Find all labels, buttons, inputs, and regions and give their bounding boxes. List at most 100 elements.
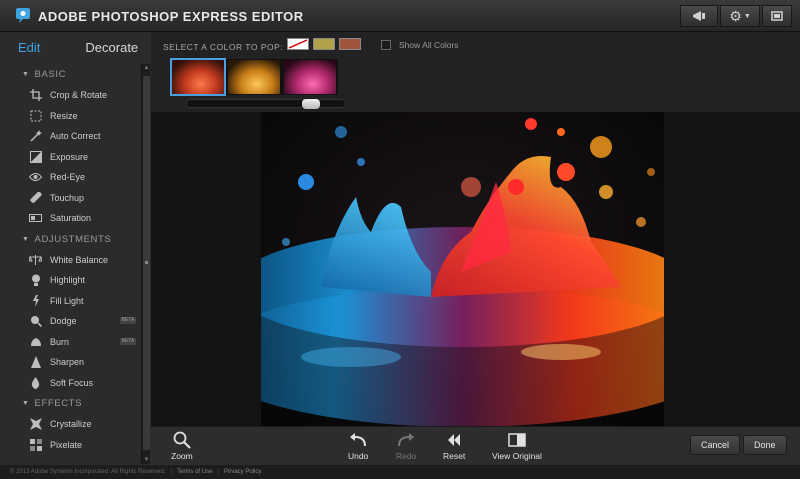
scrollbar-thumb[interactable] xyxy=(143,76,150,450)
tool-label: White Balance xyxy=(50,254,109,265)
tool-label: Exposure xyxy=(50,151,89,162)
tool-burn[interactable]: Burn BETA xyxy=(0,332,140,353)
show-all-colors-toggle[interactable]: Show All Colors xyxy=(381,40,459,50)
tool-list-scrollbar[interactable]: ▲ ▼ xyxy=(141,64,150,464)
color-pop-options: SELECT A COLOR TO POP: Show All Colors xyxy=(151,32,800,112)
tool-label: Crystallize xyxy=(50,419,92,430)
scale-icon xyxy=(29,253,42,266)
section-basic[interactable]: ▼ BASIC xyxy=(0,64,140,85)
tool-highlight[interactable]: Highlight xyxy=(0,270,140,291)
tool-touchup[interactable]: Touchup xyxy=(0,188,140,209)
compare-icon xyxy=(508,431,526,448)
tool-label: Dodge xyxy=(50,316,77,327)
bandage-icon xyxy=(29,191,42,204)
crystallize-icon xyxy=(29,418,42,431)
tool-sharpen[interactable]: Sharpen xyxy=(0,352,140,373)
terms-link[interactable]: Terms of Use xyxy=(177,469,212,475)
tool-exposure[interactable]: Exposure xyxy=(0,147,140,168)
undo-label: Undo xyxy=(348,451,369,461)
bottom-toolbar: Zoom Undo Redo Reset View Original Cance… xyxy=(151,426,800,465)
bulb-icon xyxy=(29,274,42,287)
tool-auto-correct[interactable]: Auto Correct xyxy=(0,126,140,147)
undo-button[interactable]: Undo xyxy=(348,431,368,461)
scroll-down-arrow-icon[interactable]: ▼ xyxy=(143,456,150,464)
tab-edit[interactable]: Edit xyxy=(18,40,40,55)
thumbnail-red[interactable] xyxy=(170,58,226,96)
canvas-area xyxy=(151,112,800,426)
photoshop-express-logo-icon xyxy=(16,8,30,23)
settings-button[interactable]: ⚙ ▼ xyxy=(720,5,760,27)
show-all-checkbox[interactable] xyxy=(381,40,391,50)
tool-label: Auto Correct xyxy=(50,131,101,142)
scroll-up-arrow-icon[interactable]: ▲ xyxy=(143,64,150,72)
thumbnail-orange[interactable] xyxy=(228,60,280,94)
section-effects[interactable]: ▼ EFFECTS xyxy=(0,393,140,414)
tool-red-eye[interactable]: Red-Eye xyxy=(0,167,140,188)
tool-crop-rotate[interactable]: Crop & Rotate xyxy=(0,85,140,106)
lightning-icon xyxy=(29,294,42,307)
tool-soft-focus[interactable]: Soft Focus xyxy=(0,373,140,394)
beta-badge: BETA xyxy=(120,317,136,324)
megaphone-icon xyxy=(693,11,705,21)
drop-icon xyxy=(29,376,42,389)
tool-saturation[interactable]: Saturation xyxy=(0,208,140,229)
saturation-icon xyxy=(29,212,42,225)
dodge-icon xyxy=(29,315,42,328)
view-original-button[interactable]: View Original xyxy=(492,431,542,461)
zoom-label: Zoom xyxy=(171,451,193,461)
gear-icon: ⚙ xyxy=(729,7,742,24)
resize-icon xyxy=(29,109,42,122)
tool-crystallize[interactable]: Crystallize xyxy=(0,414,140,435)
pixelate-icon xyxy=(29,438,42,451)
tool-white-balance[interactable]: White Balance xyxy=(0,250,140,271)
reset-button[interactable]: Reset xyxy=(443,431,465,461)
app-title: ADOBE PHOTOSHOP EXPRESS EDITOR xyxy=(38,9,304,24)
fullscreen-icon xyxy=(771,11,783,21)
sharpen-icon xyxy=(29,356,42,369)
intensity-slider[interactable] xyxy=(186,99,346,109)
tool-label: Fill Light xyxy=(50,295,84,306)
tab-decorate[interactable]: Decorate xyxy=(85,40,138,55)
swatch-rust[interactable] xyxy=(339,38,361,50)
privacy-link[interactable]: Privacy Policy xyxy=(224,469,261,475)
tool-label: Pixelate xyxy=(50,439,83,450)
tool-pixelate[interactable]: Pixelate xyxy=(0,435,140,456)
fullscreen-button[interactable] xyxy=(762,5,792,27)
slider-knob[interactable] xyxy=(302,99,320,109)
zoom-button[interactable]: Zoom xyxy=(171,431,193,461)
preview-thumbnails xyxy=(170,58,338,96)
tool-label: Red-Eye xyxy=(50,172,86,183)
burn-icon xyxy=(29,335,42,348)
section-adjustments[interactable]: ▼ ADJUSTMENTS xyxy=(0,229,140,250)
collapse-triangle-icon: ▼ xyxy=(22,235,30,243)
tool-label: Highlight xyxy=(50,275,86,286)
view-original-label: View Original xyxy=(492,451,542,461)
done-button[interactable]: Done xyxy=(743,435,787,455)
tool-label: Sharpen xyxy=(50,357,85,368)
crop-icon xyxy=(29,89,42,102)
title-bar: ADOBE PHOTOSHOP EXPRESS EDITOR ⚙ ▼ xyxy=(0,0,800,32)
tool-fill-light[interactable]: Fill Light xyxy=(0,291,140,312)
left-panel: Edit Decorate ▼ BASIC Crop & Rotate Resi… xyxy=(0,32,151,465)
section-label: ADJUSTMENTS xyxy=(34,233,112,245)
eye-icon xyxy=(29,171,42,184)
feedback-button[interactable] xyxy=(680,5,718,27)
photo-canvas[interactable] xyxy=(261,112,664,426)
beta-badge: BETA xyxy=(120,337,136,345)
scroll-grip-icon xyxy=(145,261,148,264)
swatch-none[interactable] xyxy=(287,38,309,50)
thumbnail-pink[interactable] xyxy=(284,60,336,94)
tool-resize[interactable]: Resize xyxy=(0,106,140,127)
mode-tabs: Edit Decorate xyxy=(0,32,151,62)
reset-label: Reset xyxy=(443,451,466,461)
copyright-text: © 2013 Adobe Systems Incorporated. All R… xyxy=(10,469,166,475)
swatch-olive[interactable] xyxy=(313,38,335,50)
title-toolbar: ⚙ ▼ xyxy=(680,5,792,27)
magnifier-icon xyxy=(173,431,191,449)
tool-dodge[interactable]: Dodge BETA xyxy=(0,311,140,332)
redo-arrow-icon xyxy=(397,431,415,448)
exposure-icon xyxy=(29,150,42,163)
redo-button[interactable]: Redo xyxy=(396,431,416,461)
cancel-button[interactable]: Cancel xyxy=(690,435,741,455)
tool-label: Resize xyxy=(50,110,78,121)
